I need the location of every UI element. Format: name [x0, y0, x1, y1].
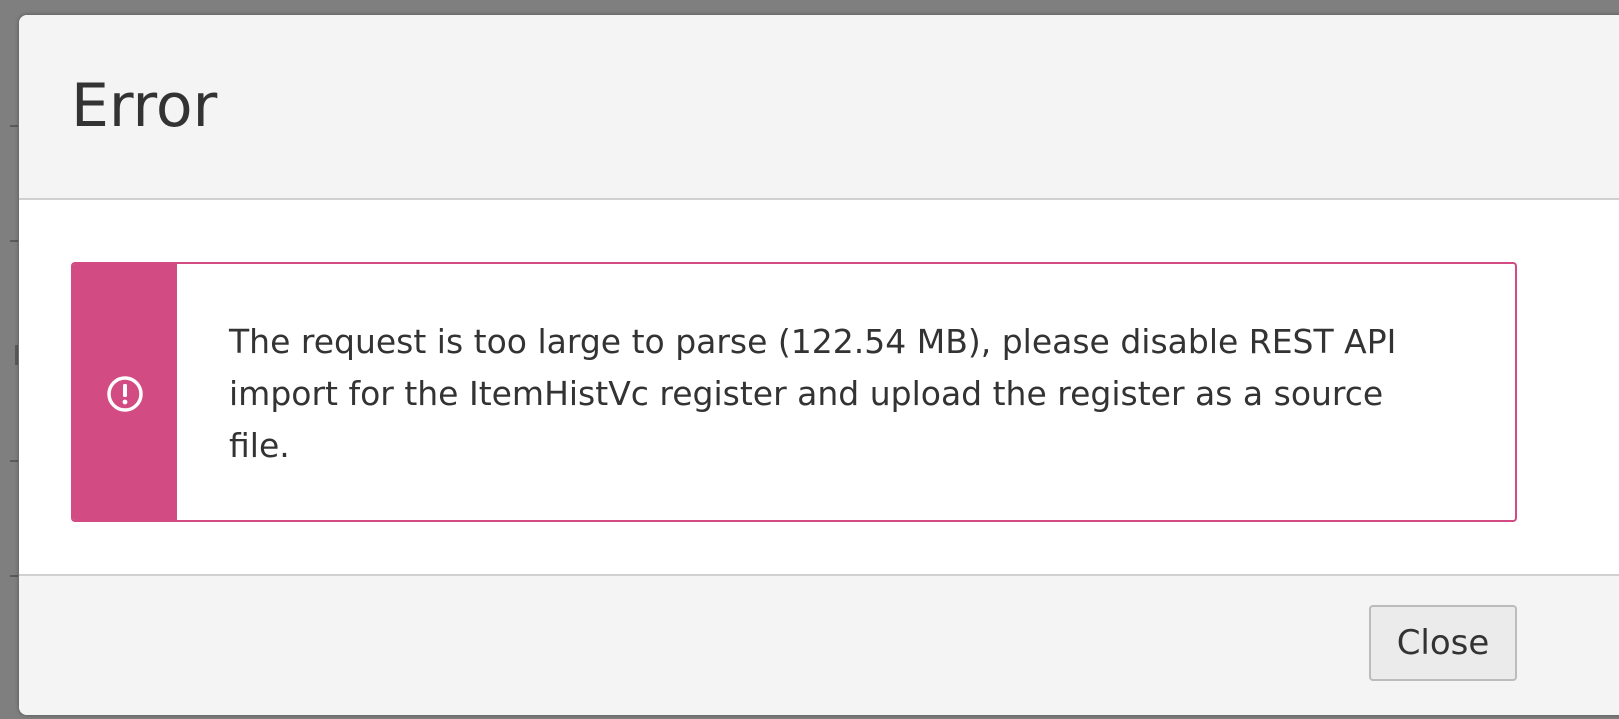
alert-stripe: [73, 264, 177, 520]
backdrop-divider: [15, 345, 18, 365]
backdrop-divider: [10, 125, 18, 127]
error-alert: The request is too large to parse (122.5…: [71, 262, 1517, 522]
backdrop-divider: [10, 575, 18, 577]
dialog-header: Error: [19, 15, 1619, 200]
error-dialog: Error The request is too large to parse …: [19, 15, 1619, 715]
exclamation-circle-icon: [107, 376, 143, 412]
dialog-body: The request is too large to parse (122.5…: [19, 200, 1619, 574]
backdrop-divider: [10, 460, 18, 462]
dialog-title: Error: [71, 71, 218, 141]
alert-message: The request is too large to parse (122.5…: [229, 322, 1397, 465]
backdrop-divider: [10, 240, 18, 242]
close-button[interactable]: Close: [1369, 605, 1517, 681]
dialog-footer: Close: [19, 574, 1619, 715]
